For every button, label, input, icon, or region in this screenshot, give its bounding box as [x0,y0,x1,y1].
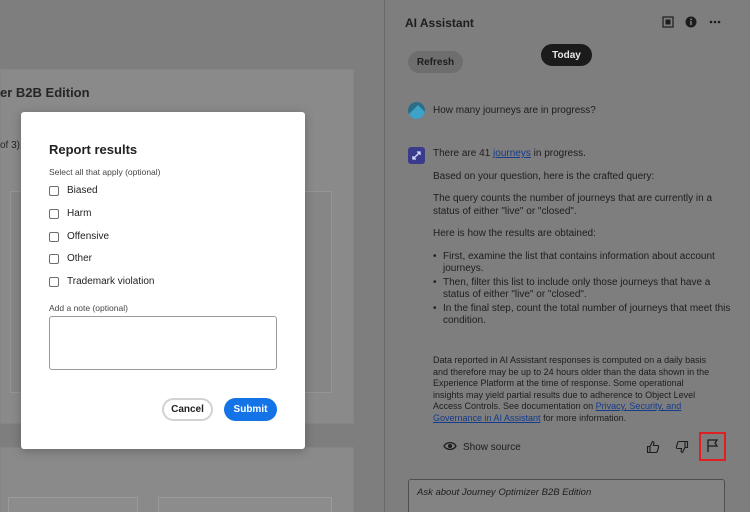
dialog-subtitle: Select all that apply (optional) [49,167,161,177]
checkbox-offensive[interactable]: Offensive [49,231,109,242]
chat-input[interactable]: Ask about Journey Optimizer B2B Edition [408,479,725,512]
more-icon[interactable] [708,15,722,29]
note-textarea[interactable] [49,316,277,370]
cancel-button[interactable]: Cancel [162,398,213,421]
checkbox[interactable] [49,208,59,219]
checkbox-label: Offensive [67,231,110,242]
checkbox-trademark-violation[interactable]: Trademark violation [49,276,154,287]
checkbox-other[interactable]: Other [49,253,92,264]
background-tile [8,497,138,512]
refresh-button[interactable]: Refresh [408,51,463,73]
eye-icon [443,441,457,454]
user-avatar [408,102,425,119]
report-flag-button[interactable] [699,432,726,461]
assistant-answer: There are 41 journeys in progress. Based… [433,148,733,329]
checkbox[interactable] [49,253,59,264]
background-page-title: er B2B Edition [0,85,90,100]
answer-intro: There are 41 journeys in progress. [433,148,586,159]
show-source-button[interactable]: Show source [443,441,521,454]
checkbox[interactable] [49,276,59,287]
dialog-title: Report results [49,142,138,157]
query-intro: Based on your question, here is the craf… [433,170,655,182]
assistant-title: AI Assistant [405,16,474,30]
checkbox[interactable] [49,231,59,242]
list-item: In the final step, count the total numbe… [433,303,733,328]
submit-button[interactable]: Submit [224,398,277,421]
thumbs-down-icon[interactable] [675,440,689,454]
list-item: First, examine the list that contains in… [433,251,733,276]
steps-list: First, examine the list that contains in… [433,251,733,328]
report-results-dialog: Report results Select all that apply (op… [21,112,305,449]
disclaimer: Data reported in AI Assistant responses … [433,355,710,423]
steps-intro: Here is how the results are obtained: [433,228,596,239]
background-pagination: of 3) [0,140,21,151]
background-tile [158,497,332,512]
thumbs-up-icon[interactable] [646,440,660,454]
today-badge: Today [541,44,592,66]
ai-avatar [408,147,425,164]
checkbox-label: Trademark violation [67,276,155,287]
checkbox-label: Harm [67,208,92,219]
checkbox-harm[interactable]: Harm [49,208,91,219]
info-icon[interactable] [684,15,698,29]
user-question: How many journeys are in progress? [433,105,596,116]
list-item: Then, filter this list to include only t… [433,277,733,302]
checkbox[interactable] [49,185,59,196]
query-description: The query counts the number of journeys … [433,193,713,217]
show-source-label: Show source [463,442,521,453]
checkbox-label: Other [67,253,93,264]
expand-icon[interactable] [661,15,675,29]
checkbox-biased[interactable]: Biased [49,185,98,196]
ai-assistant-panel: AI Assistant Refresh Today How many jour… [385,0,750,512]
journeys-link[interactable]: journeys [493,148,531,159]
note-label: Add a note (optional) [49,303,128,313]
checkbox-label: Biased [67,185,98,196]
flag-icon [706,438,720,456]
